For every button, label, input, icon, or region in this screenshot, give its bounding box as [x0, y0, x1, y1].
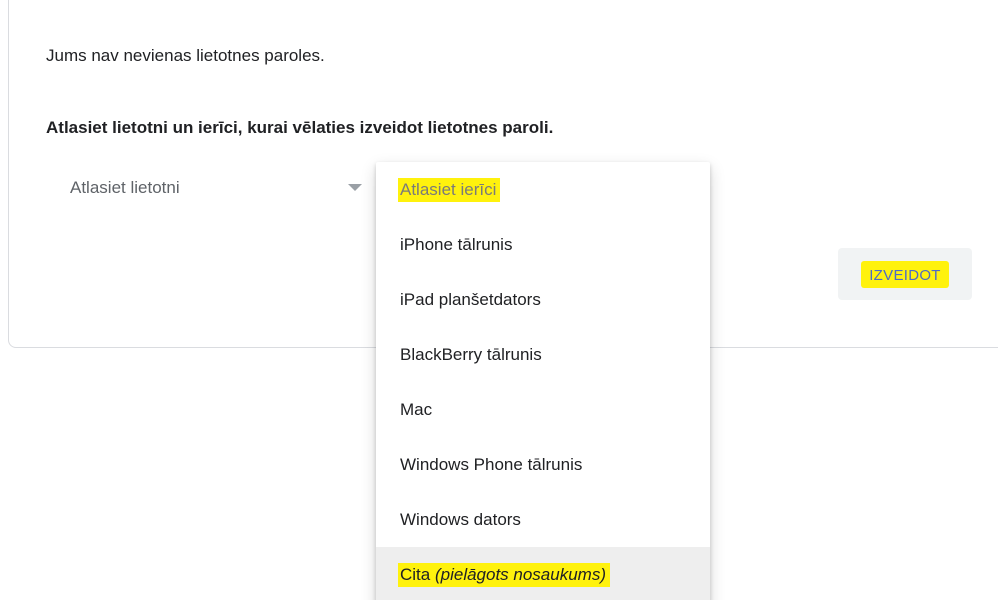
device-option-placeholder[interactable]: Atlasiet ierīci [376, 162, 710, 217]
device-option-label: iPad planšetdators [400, 289, 541, 309]
device-option-iphone[interactable]: iPhone tālrunis [376, 217, 710, 272]
device-option-mac[interactable]: Mac [376, 382, 710, 437]
create-button[interactable]: IZVEIDOT [838, 248, 972, 300]
device-option-label: Mac [400, 399, 433, 419]
device-option-label: Atlasiet ierīci [398, 177, 501, 202]
create-button-label: IZVEIDOT [861, 260, 949, 288]
app-passwords-page: Jums nav nevienas lietotnes paroles. Atl… [0, 0, 998, 600]
instruction-text: Atlasiet lietotni un ierīci, kurai vēlat… [46, 118, 554, 137]
device-option-ipad[interactable]: iPad planšetdators [376, 272, 710, 327]
dropdown-arrow-icon [348, 184, 362, 191]
device-option-custom-hint: (pielāgots nosaukums) [434, 564, 606, 584]
app-select[interactable]: Atlasiet lietotni [70, 176, 370, 206]
device-option-label: iPhone tālrunis [400, 234, 513, 254]
device-option-label: Windows Phone tālrunis [400, 454, 583, 474]
device-option-custom[interactable]: Cita (pielāgots nosaukums) [376, 547, 710, 600]
app-select-value: Atlasiet lietotni [70, 178, 180, 197]
device-option-custom-label: Cita [400, 564, 431, 584]
no-passwords-message: Jums nav nevienas lietotnes paroles. [46, 46, 325, 65]
device-option-label: Windows dators [400, 509, 521, 529]
device-option-windows-computer[interactable]: Windows dators [376, 492, 710, 547]
device-option-label: BlackBerry tālrunis [400, 344, 542, 364]
device-option-windows-phone[interactable]: Windows Phone tālrunis [376, 437, 710, 492]
device-option-custom-text: Cita (pielāgots nosaukums) [398, 562, 610, 587]
device-dropdown-menu: Atlasiet ierīci iPhone tālrunis iPad pla… [376, 162, 710, 600]
device-option-blackberry[interactable]: BlackBerry tālrunis [376, 327, 710, 382]
